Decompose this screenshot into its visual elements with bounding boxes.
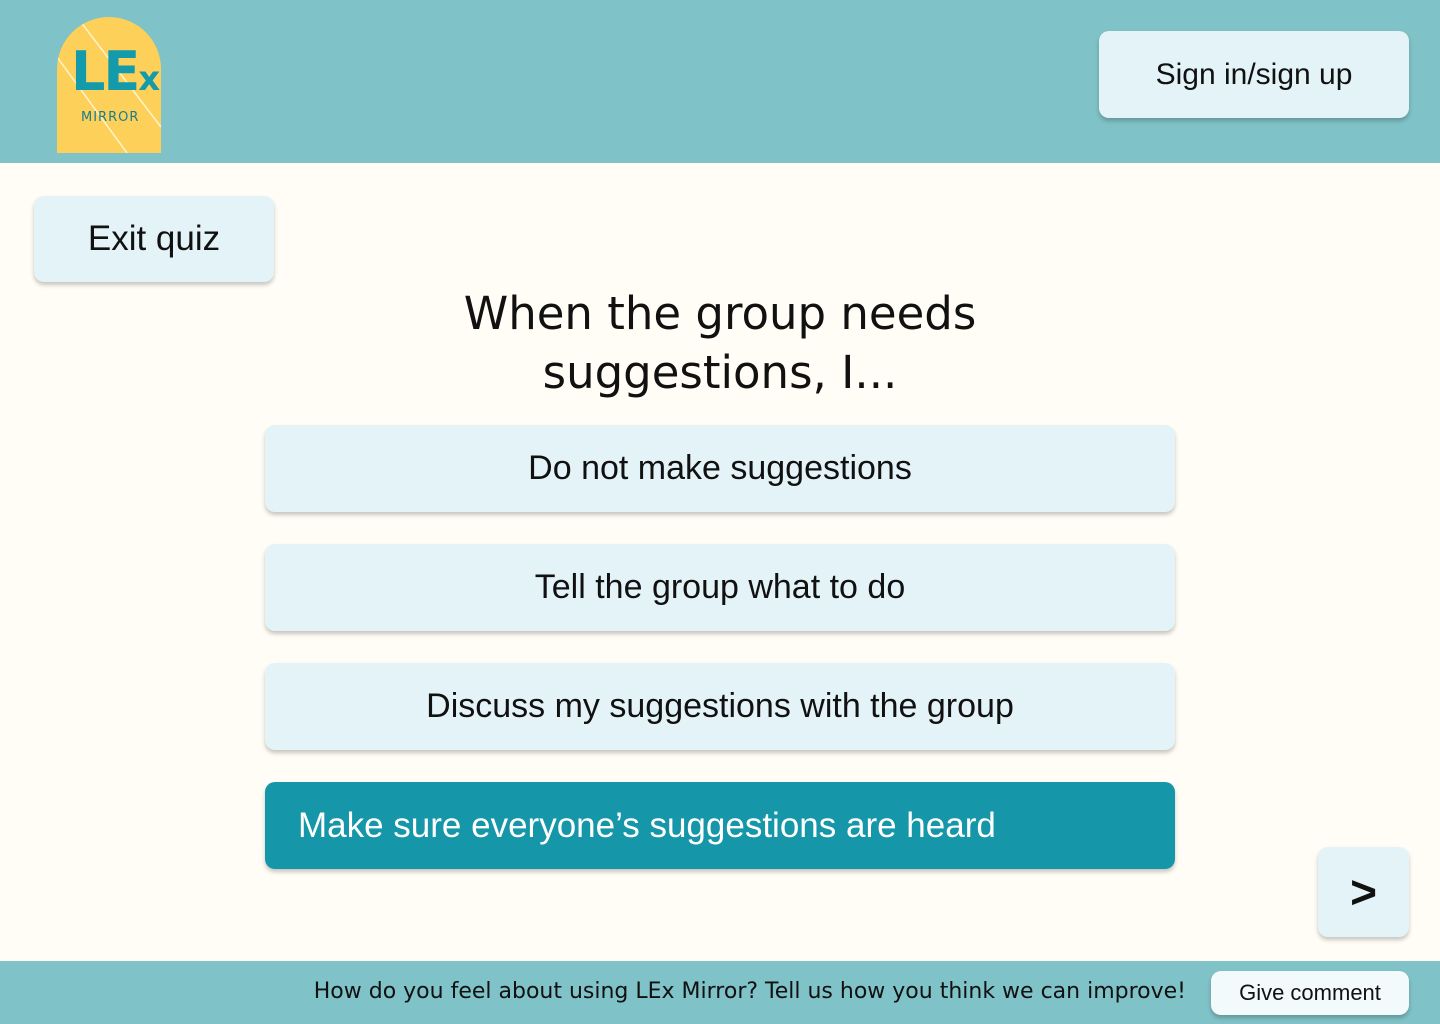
signin-signup-button[interactable]: Sign in/sign up <box>1099 31 1409 118</box>
answer-options: Do not make suggestions Tell the group w… <box>265 425 1175 901</box>
next-question-button[interactable]: > <box>1318 847 1409 937</box>
header-bar: LEx MIRROR Sign in/sign up <box>0 0 1440 163</box>
lex-mirror-logo[interactable]: LEx MIRROR <box>57 17 161 153</box>
answer-option-4-selected[interactable]: Make sure everyone’s suggestions are hea… <box>265 782 1175 869</box>
feedback-prompt: How do you feel about using LEx Mirror? … <box>313 979 1186 1004</box>
feedback-footer: How do you feel about using LEx Mirror? … <box>0 961 1440 1024</box>
logo-subtitle: MIRROR <box>81 110 140 125</box>
answer-option-3[interactable]: Discuss my suggestions with the group <box>265 663 1175 750</box>
quiz-question: When the group needs suggestions, I... <box>463 287 977 399</box>
logo-wordmark: LEx <box>71 40 160 103</box>
answer-option-1[interactable]: Do not make suggestions <box>265 425 1175 512</box>
exit-quiz-button[interactable]: Exit quiz <box>34 196 274 282</box>
answer-option-2[interactable]: Tell the group what to do <box>265 544 1175 631</box>
give-comment-button[interactable]: Give comment <box>1211 971 1409 1015</box>
